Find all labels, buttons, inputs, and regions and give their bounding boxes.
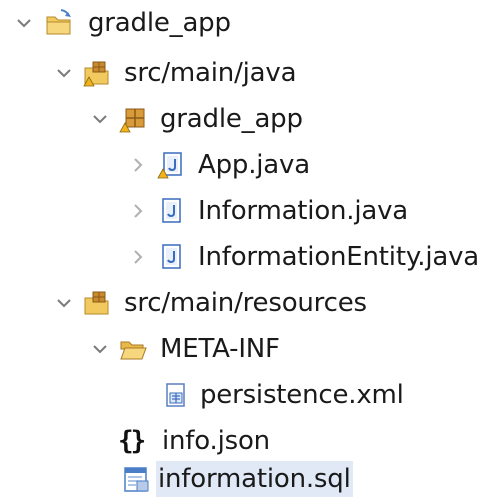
tree-item-label: InformationEntity.java [198, 242, 480, 272]
chevron-right-icon[interactable] [126, 199, 150, 223]
tree-item-label: info.json [162, 426, 270, 456]
tree-item-src-main-java[interactable]: src/main/java [0, 52, 494, 96]
chevron-down-icon[interactable] [52, 61, 76, 85]
chevron-down-icon[interactable] [12, 11, 36, 35]
tree-item-label: src/main/resources [124, 288, 367, 318]
java-file-icon [156, 242, 186, 272]
project-folder-icon [44, 8, 74, 38]
project-explorer-tree: gradle_app src/main/java gradle_app App.… [0, 0, 494, 501]
json-file-icon: {} [118, 426, 146, 456]
chevron-down-icon[interactable] [52, 291, 76, 315]
tree-item-label: information.sql [156, 461, 353, 497]
tree-item-meta-inf[interactable]: META-INF [0, 328, 494, 372]
java-file-icon [156, 150, 186, 180]
chevron-down-icon[interactable] [88, 337, 112, 361]
tree-item-label: App.java [198, 150, 310, 180]
tree-item-app-java[interactable]: App.java [0, 144, 494, 188]
xml-file-icon [160, 380, 190, 410]
tree-item-src-main-resources[interactable]: src/main/resources [0, 282, 494, 326]
tree-item-informationentity-java[interactable]: InformationEntity.java [0, 236, 494, 280]
tree-item-label: gradle_app [160, 104, 303, 134]
package-icon [118, 104, 148, 134]
tree-item-label: Information.java [198, 196, 409, 226]
tree-item-gradle-app-project[interactable]: gradle_app [0, 2, 494, 46]
chevron-down-icon[interactable] [88, 107, 112, 131]
folder-open-icon [118, 334, 148, 364]
tree-item-gradle-app-package[interactable]: gradle_app [0, 98, 494, 142]
tree-item-label: gradle_app [88, 8, 231, 38]
tree-item-label: src/main/java [124, 58, 297, 88]
source-folder-icon [82, 58, 112, 88]
java-file-icon [156, 196, 186, 226]
source-folder-icon [82, 288, 112, 318]
tree-item-label: META-INF [160, 334, 280, 364]
chevron-right-icon[interactable] [126, 245, 150, 269]
tree-item-information-sql[interactable]: information.sql [0, 458, 494, 502]
chevron-right-icon[interactable] [126, 153, 150, 177]
tree-item-label: persistence.xml [200, 380, 404, 410]
tree-item-information-java[interactable]: Information.java [0, 190, 494, 234]
sql-file-icon [122, 464, 152, 494]
tree-item-persistence-xml[interactable]: persistence.xml [0, 374, 494, 418]
